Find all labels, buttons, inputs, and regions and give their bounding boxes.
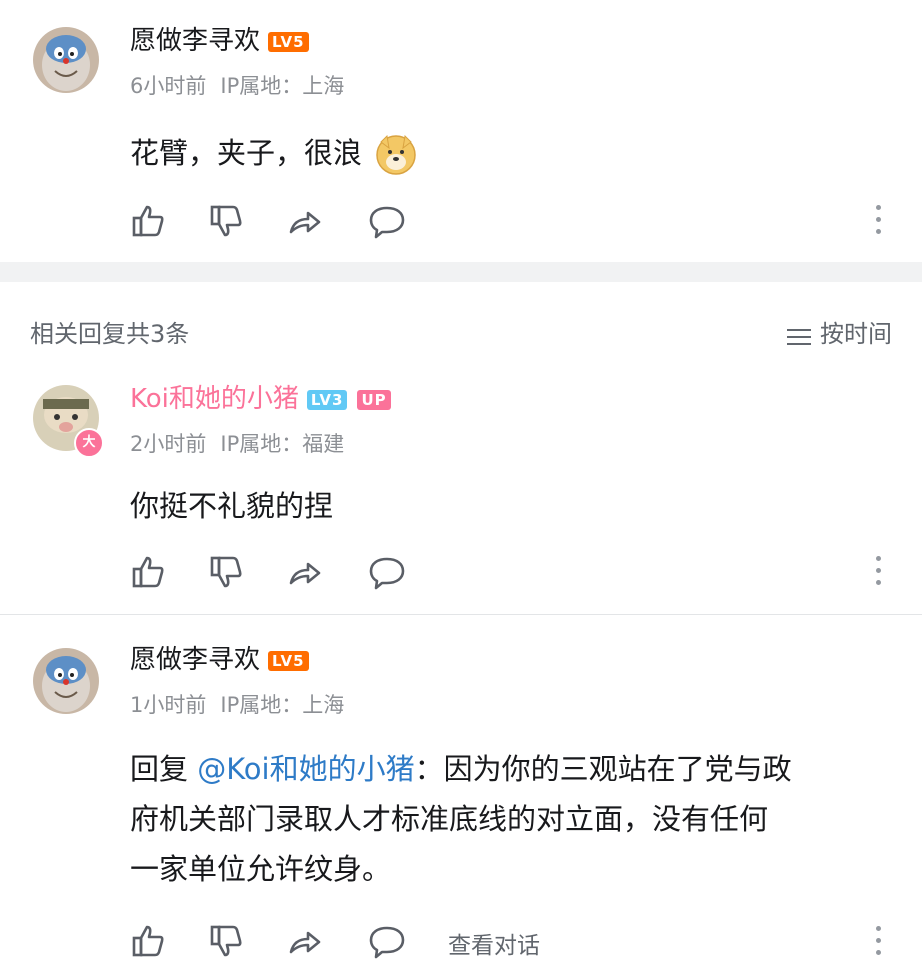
more-options-icon[interactable] [874,926,882,960]
comment-meta: 6小时前 IP属地：上海 [130,73,358,99]
level-badge: LV5 [268,31,309,52]
username[interactable]: Koi和她的小猪 LV3 UP [130,384,391,414]
like-icon[interactable] [130,553,168,591]
reply-icon[interactable] [368,202,406,240]
reply-icon[interactable] [368,922,406,960]
comment-text-body: 花臂，夹子，很浪 [130,136,363,170]
share-icon[interactable] [286,202,324,240]
ip-location: IP属地：福建 [220,432,345,456]
ip-location: IP属地：上海 [220,74,345,98]
share-icon[interactable] [286,553,324,591]
reply-prefix: 回复 [130,752,198,786]
section-divider [0,262,922,282]
more-options-icon[interactable] [874,205,882,239]
avatar[interactable] [33,648,99,714]
ip-location: IP属地：上海 [220,693,345,717]
sort-button[interactable]: 按时间 [786,314,892,349]
view-conversation-link[interactable]: 查看对话 [448,926,540,960]
comment-meta: 1小时前 IP属地：上海 [130,692,358,718]
avatar[interactable] [33,27,99,93]
like-icon[interactable] [130,202,168,240]
comment-line: 回复 @Koi和她的小猪：因为你的三观站在了党与政 [130,744,890,794]
share-icon[interactable] [286,922,324,960]
like-icon[interactable] [130,922,168,960]
reply-icon[interactable] [368,553,406,591]
level-badge: LV3 [306,389,348,410]
username-text[interactable]: Koi和她的小猪 [130,384,299,414]
dislike-icon[interactable] [208,922,246,960]
dislike-icon[interactable] [208,553,246,591]
doge-emoji-icon [375,134,417,176]
username-text[interactable]: 愿做李寻欢 [130,26,260,56]
vip-badge-icon: 大 [74,428,104,458]
comment-text: 花臂，夹子，很浪 [130,128,417,178]
replies-count: 相关回复共3条 [30,320,190,348]
comment-time: 6小时前 [130,74,207,98]
comment-time: 1小时前 [130,693,207,717]
username-text[interactable]: 愿做李寻欢 [130,645,260,675]
comment-text-part: ：因为你的三观站在了党与政 [414,752,792,786]
comment-text: 回复 @Koi和她的小猪：因为你的三观站在了党与政 府机关部门录取人才标准底线的… [130,744,890,894]
comment-line: 府机关部门录取人才标准底线的对立面，没有任何 [130,802,769,836]
comment-time: 2小时前 [130,432,207,456]
level-badge: LV5 [268,650,309,671]
comment-line: 一家单位允许纹身。 [130,852,392,886]
more-options-icon[interactable] [874,556,882,590]
sort-label: 按时间 [820,320,892,348]
username[interactable]: 愿做李寻欢 LV5 [130,26,309,56]
mention-link[interactable]: @Koi和她的小猪 [197,752,414,786]
username[interactable]: 愿做李寻欢 LV5 [130,645,309,675]
reply-divider [0,614,922,615]
dislike-icon[interactable] [208,202,246,240]
comment-text: 你挺不礼貌的捏 [130,489,334,523]
comment-meta: 2小时前 IP属地：福建 [130,431,358,457]
up-badge: UP [357,389,391,410]
sort-icon [786,325,812,345]
